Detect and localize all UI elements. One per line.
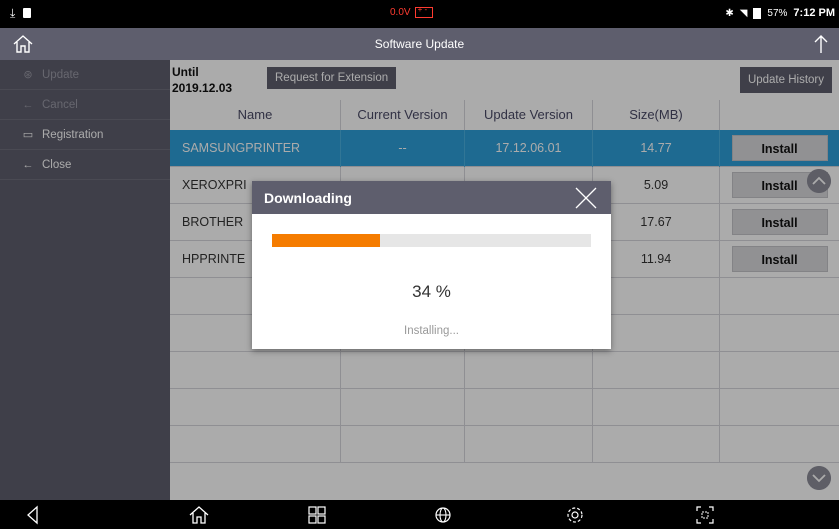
progress-bar-fill (272, 234, 381, 247)
battery-percent: 57% (767, 7, 788, 19)
page-title: Software Update (374, 37, 465, 51)
voltage-indicator: 0.0V (390, 5, 433, 18)
voltage-text: 0.0V (390, 7, 411, 18)
back-icon[interactable] (22, 504, 44, 526)
globe-icon[interactable] (432, 504, 454, 526)
status-left: ⤓ (10, 6, 32, 20)
navigation-bar (0, 500, 839, 529)
settings-gear-icon[interactable] (564, 504, 586, 526)
car-battery-icon (414, 5, 433, 18)
home-icon[interactable] (188, 504, 210, 526)
title-bar: Software Update (0, 28, 839, 60)
apps-grid-icon[interactable] (306, 504, 328, 526)
app-window: ⤓ 0.0V ✱ ◥ 57% 7:12 PM Software Update ⊛… (0, 0, 839, 529)
status-bar: ⤓ 0.0V ✱ ◥ 57% 7:12 PM (0, 0, 839, 28)
close-icon[interactable] (573, 185, 599, 211)
progress-bar (272, 234, 591, 247)
dialog-header: Downloading (252, 181, 611, 214)
wifi-icon: ◥ (739, 7, 748, 19)
progress-percent: 34 % (412, 282, 451, 301)
battery-icon (753, 7, 762, 19)
dialog-title: Downloading (264, 190, 352, 206)
bluetooth-icon: ✱ (725, 7, 734, 19)
screenshot-icon[interactable] (694, 504, 716, 526)
download-notification-icon: ⤓ (10, 6, 16, 20)
sd-card-icon (23, 8, 32, 18)
clock: 7:12 PM (793, 7, 835, 19)
dialog-status: Installing... (404, 325, 459, 337)
upload-icon[interactable] (811, 33, 831, 55)
status-right: ✱ ◥ 57% 7:12 PM (725, 7, 835, 19)
downloading-dialog: Downloading 34 % Installing... (252, 181, 611, 349)
